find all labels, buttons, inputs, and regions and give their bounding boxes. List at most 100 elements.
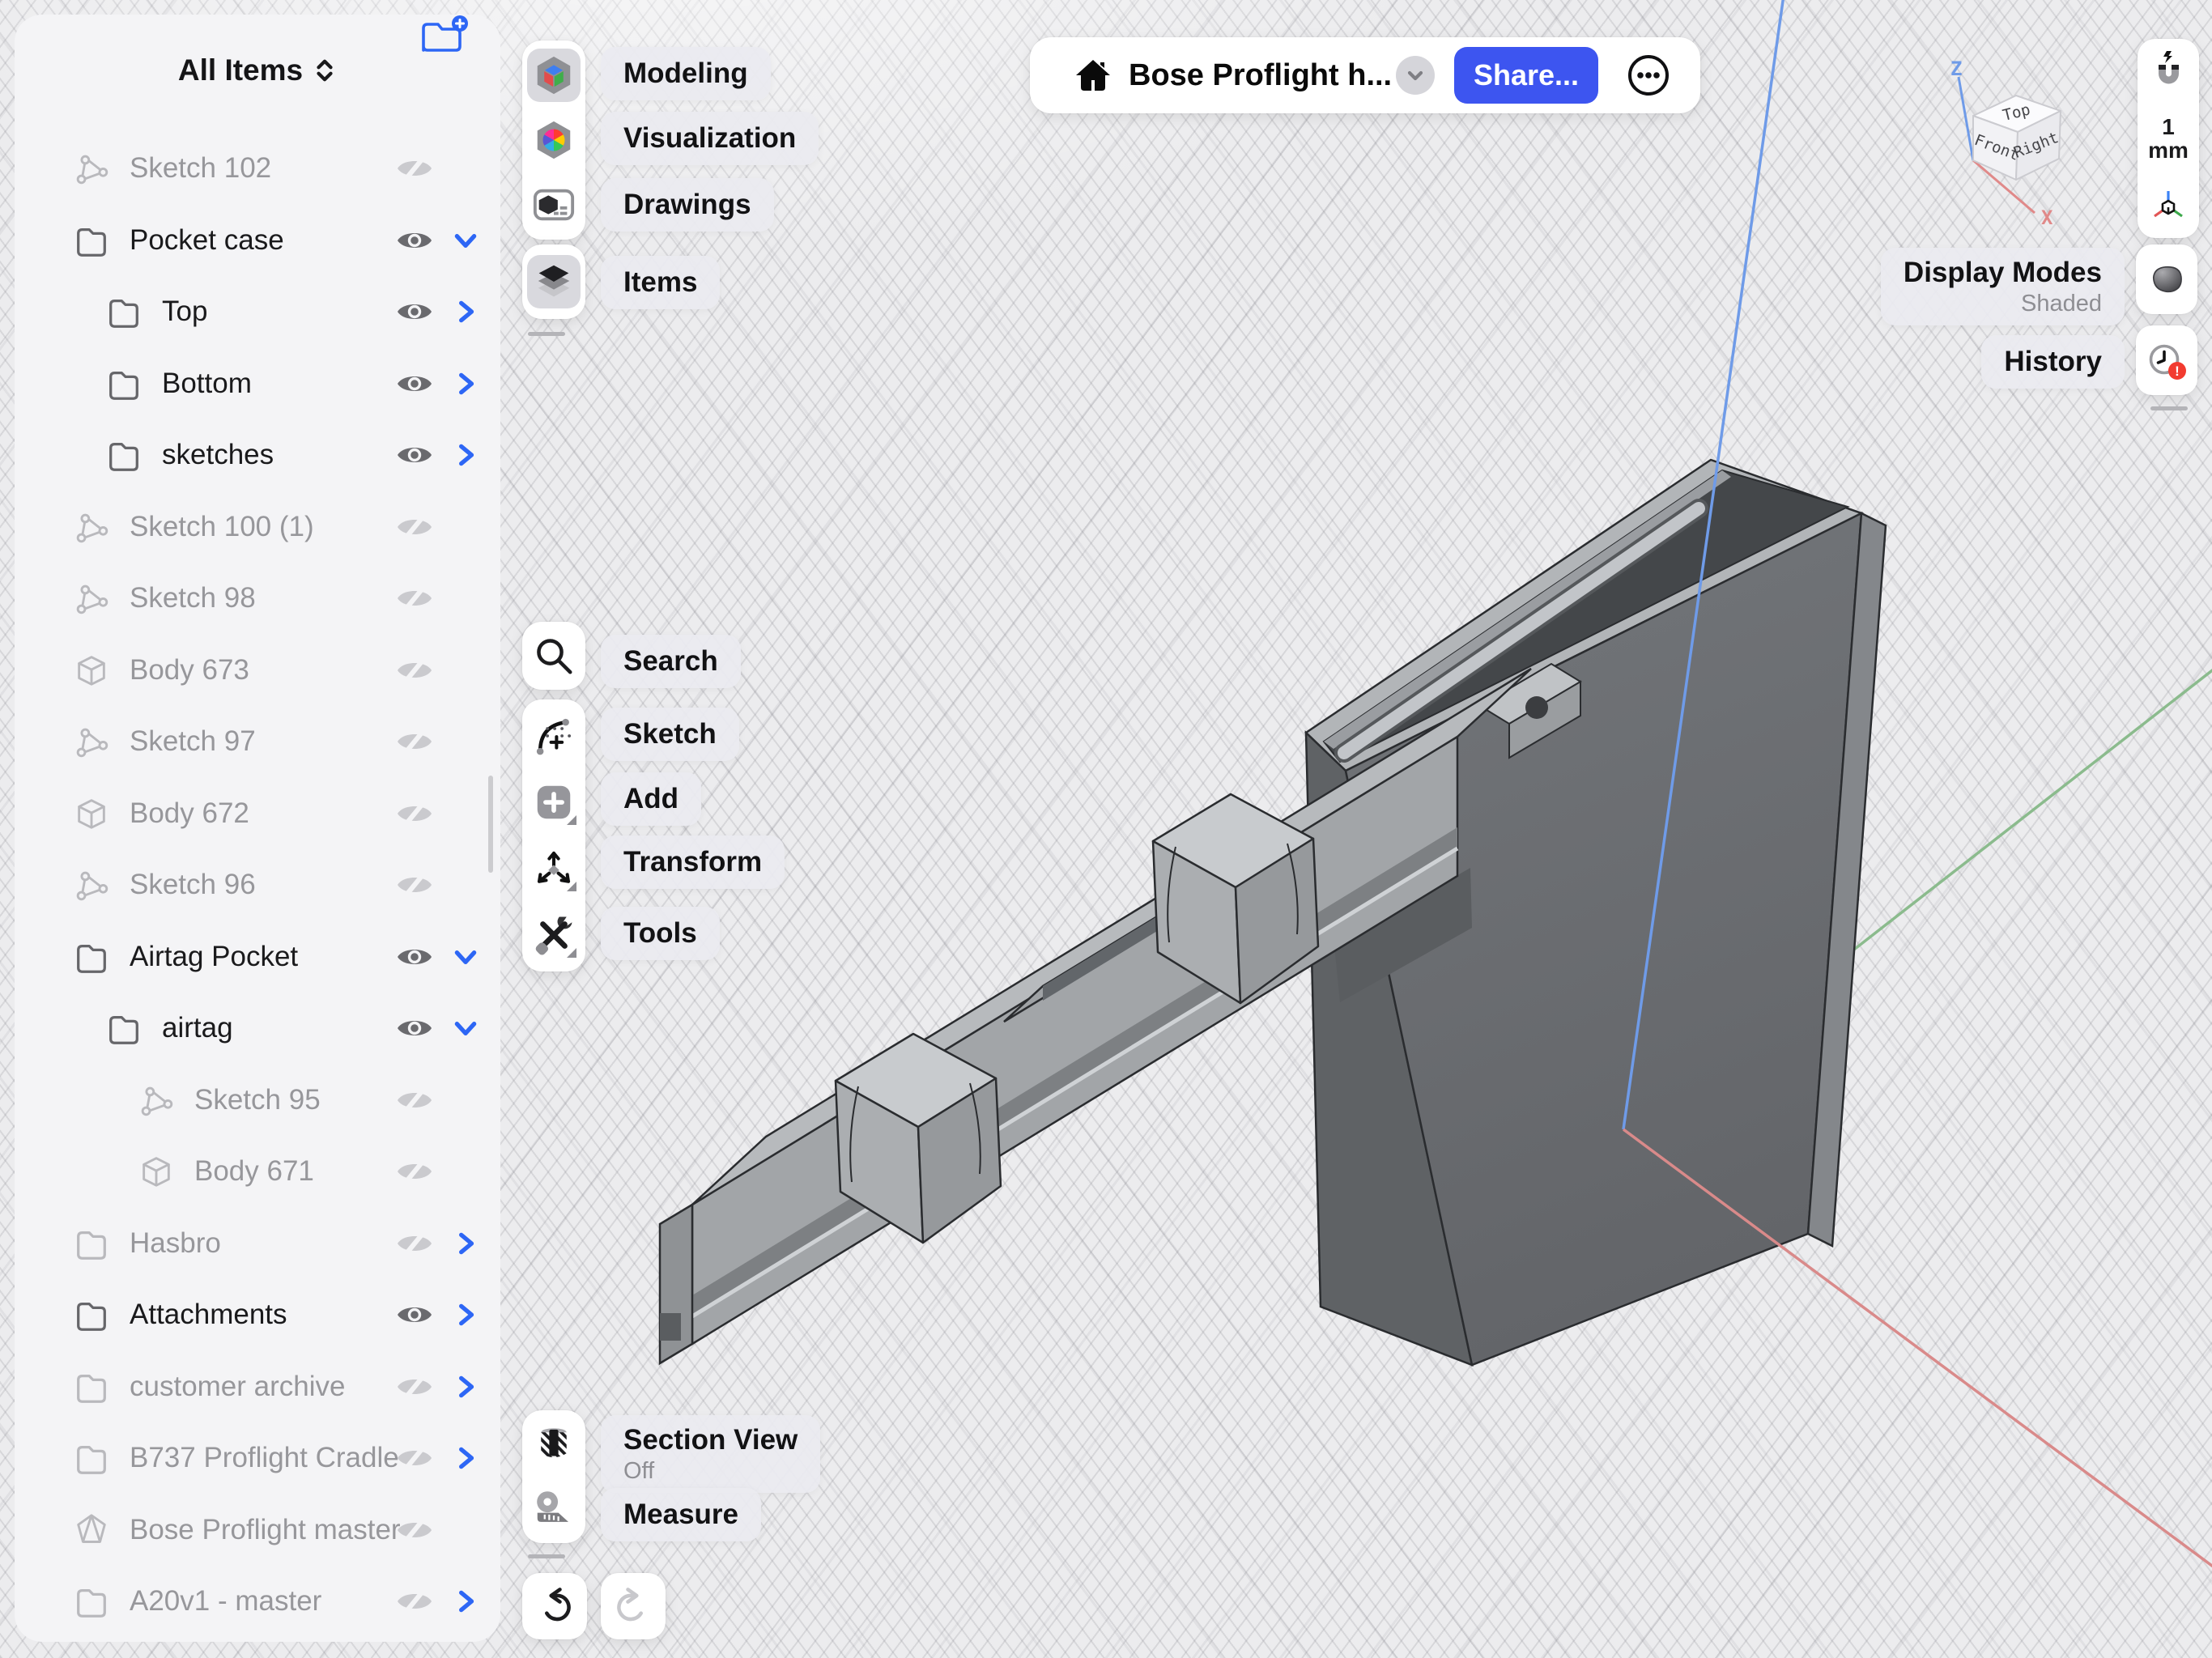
expand-chevron[interactable] (452, 1588, 479, 1615)
sidebar-item-body-673[interactable]: Body 673 (15, 635, 500, 707)
grid-unit[interactable]: 1 mm (2148, 114, 2189, 162)
expand-chevron[interactable] (452, 1230, 479, 1257)
visibility-toggle[interactable] (395, 1582, 434, 1621)
visibility-toggle[interactable] (395, 865, 434, 904)
expand-chevron[interactable] (452, 1301, 479, 1329)
transform-tool-button[interactable] (527, 842, 581, 895)
sidebar-item-body-672[interactable]: Body 672 (15, 778, 500, 850)
expand-chevron[interactable] (452, 370, 479, 397)
home-icon[interactable] (1074, 56, 1112, 95)
sidebar-item-customer-archive[interactable]: customer archive (15, 1351, 500, 1423)
mode-button-drawings[interactable] (527, 178, 581, 232)
view-cube[interactable]: Z X Top Front Right (1939, 45, 2101, 231)
share-button[interactable]: Share... (1454, 47, 1598, 104)
visibility-toggle[interactable] (395, 149, 434, 188)
shaded-blob-icon (2146, 258, 2188, 300)
visibility-toggle[interactable] (395, 1295, 434, 1334)
expand-chevron[interactable] (452, 1444, 479, 1472)
item-type-icon (73, 652, 110, 689)
visibility-toggle[interactable] (395, 364, 434, 403)
submenu-corner-triangle (567, 815, 576, 825)
bottom-toolbar-drag-handle[interactable] (528, 1554, 565, 1558)
sidebar-item-b737-proflight-cradle[interactable]: B737 Proflight Cradle (15, 1422, 500, 1494)
mode-button-modeling[interactable] (527, 49, 581, 102)
item-label: Body 672 (130, 797, 249, 829)
sidebar-item-sketch-98[interactable]: Sketch 98 (15, 563, 500, 635)
measure-tape-icon (532, 1486, 576, 1530)
sidebar-item-bottom[interactable]: Bottom (15, 348, 500, 420)
items-button[interactable] (527, 255, 581, 308)
item-label: Hasbro (130, 1226, 221, 1259)
visibility-toggle[interactable] (395, 1009, 434, 1048)
undo-button[interactable] (522, 1573, 587, 1639)
sidebar-title[interactable]: All Items (178, 53, 303, 87)
visibility-toggle[interactable] (395, 1439, 434, 1477)
history-button[interactable] (2136, 325, 2197, 395)
visibility-toggle[interactable] (395, 221, 434, 260)
sketch-tool-button[interactable] (527, 709, 581, 763)
sidebar-scrollbar[interactable] (488, 776, 493, 873)
items-toolbar (522, 244, 585, 319)
visibility-toggle[interactable] (395, 579, 434, 618)
sidebar-item-sketch-100-1[interactable]: Sketch 100 (1) (15, 491, 500, 563)
sidebar-item-top[interactable]: Top (15, 276, 500, 348)
toolbar-drag-handle[interactable] (528, 332, 565, 336)
search-button[interactable] (527, 629, 581, 682)
visibility-toggle[interactable] (395, 794, 434, 833)
visibility-toggle[interactable] (395, 1367, 434, 1406)
expand-chevron[interactable] (452, 943, 479, 971)
item-label: Attachments (130, 1299, 287, 1331)
visibility-toggle[interactable] (395, 1081, 434, 1120)
sidebar-item-sketch-95[interactable]: Sketch 95 (15, 1065, 500, 1137)
ellipsis-icon[interactable] (1626, 53, 1671, 98)
sidebar-item-attachments[interactable]: Attachments (15, 1279, 500, 1351)
item-type-icon (73, 1439, 110, 1477)
sidebar-item-bose-proflight-master[interactable]: Bose Proflight master (15, 1494, 500, 1567)
sidebar-item-body-671[interactable]: Body 671 (15, 1136, 500, 1208)
visibility-toggle[interactable] (395, 508, 434, 546)
redo-button[interactable] (601, 1573, 666, 1639)
item-type-icon (138, 1153, 175, 1190)
expand-chevron[interactable] (452, 298, 479, 325)
sidebar-item-sketch-97[interactable]: Sketch 97 (15, 706, 500, 778)
mode-button-visualization[interactable] (527, 113, 581, 167)
expand-chevron[interactable] (452, 227, 479, 254)
sidebar-item-sketch-102[interactable]: Sketch 102 (15, 133, 500, 205)
item-type-icon (73, 150, 110, 187)
visibility-toggle[interactable] (395, 937, 434, 976)
tools-button[interactable] (527, 908, 581, 962)
section-view-button[interactable] (527, 1418, 581, 1472)
axis-origin-icon[interactable] (2149, 188, 2188, 227)
visibility-toggle[interactable] (395, 651, 434, 690)
new-folder-button[interactable] (419, 15, 470, 60)
visibility-toggle[interactable] (395, 722, 434, 761)
tooltip-label: Add (623, 783, 679, 814)
visibility-toggle[interactable] (395, 1152, 434, 1191)
visibility-toggle[interactable] (395, 436, 434, 474)
visibility-toggle[interactable] (395, 292, 434, 331)
expand-chevron[interactable] (452, 1373, 479, 1401)
sidebar-item-sketch-96[interactable]: Sketch 96 (15, 849, 500, 921)
visibility-toggle[interactable] (395, 1511, 434, 1550)
search-toolbar (522, 622, 585, 690)
sidebar-item-airtag[interactable]: airtag (15, 993, 500, 1065)
display-modes-button[interactable] (2136, 244, 2197, 314)
tooltip-label: Measure (623, 1499, 739, 1530)
item-type-icon (73, 723, 110, 760)
expand-chevron[interactable] (452, 441, 479, 469)
title-menu-button[interactable] (1396, 56, 1435, 95)
expand-chevron[interactable] (452, 1014, 479, 1042)
item-label: Bottom (162, 367, 252, 399)
sidebar-item-pocket-case[interactable]: Pocket case (15, 205, 500, 277)
right-toolbar-drag-handle[interactable] (2150, 406, 2188, 410)
document-title[interactable]: Bose Proflight h... (1129, 37, 1392, 113)
sidebar-item-airtag-pocket[interactable]: Airtag Pocket (15, 921, 500, 993)
sidebar-item-hasbro[interactable]: Hasbro (15, 1208, 500, 1280)
sidebar-item-a20v1-master[interactable]: A20v1 - master (15, 1566, 500, 1638)
measure-button[interactable] (527, 1482, 581, 1535)
sidebar-item-sketches[interactable]: sketches (15, 419, 500, 491)
add-tool-button[interactable] (527, 776, 581, 829)
item-label: Body 671 (194, 1155, 314, 1188)
magnet-snap-icon[interactable] (2149, 50, 2188, 89)
visibility-toggle[interactable] (395, 1224, 434, 1263)
